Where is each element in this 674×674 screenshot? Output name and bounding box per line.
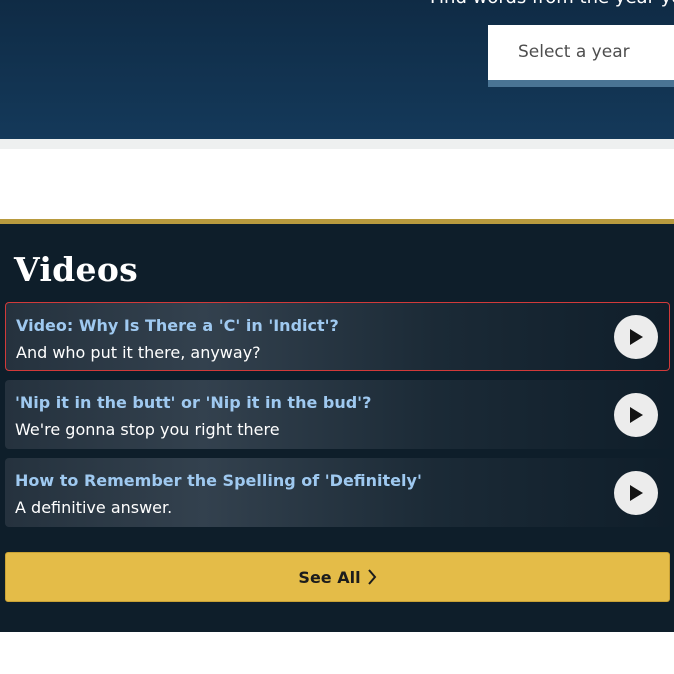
- chevron-right-icon: [367, 569, 376, 585]
- year-select-placeholder: Select a year: [518, 42, 630, 62]
- year-finder-banner: Find words from the year you Select a ye…: [0, 0, 674, 139]
- play-button[interactable]: [614, 315, 658, 359]
- video-subtitle: A definitive answer.: [15, 498, 173, 517]
- video-subtitle: We're gonna stop you right there: [15, 420, 280, 439]
- video-card[interactable]: How to Remember the Spelling of 'Definit…: [5, 458, 670, 527]
- videos-section: Videos Video: Why Is There a 'C' in 'Ind…: [0, 219, 674, 632]
- play-icon: [630, 407, 643, 423]
- play-icon: [630, 485, 643, 501]
- play-icon: [630, 329, 643, 345]
- play-button[interactable]: [614, 471, 658, 515]
- video-card[interactable]: 'Nip it in the butt' or 'Nip it in the b…: [5, 380, 670, 449]
- videos-heading: Videos: [14, 250, 139, 289]
- video-title[interactable]: How to Remember the Spelling of 'Definit…: [15, 471, 422, 490]
- see-all-label: See All: [298, 567, 361, 587]
- year-finder-caption: Find words from the year you: [430, 0, 674, 8]
- video-title[interactable]: Video: Why Is There a 'C' in 'Indict'?: [16, 316, 339, 335]
- year-select-dropdown[interactable]: Select a year: [488, 25, 674, 87]
- see-all-button[interactable]: See All: [5, 552, 670, 602]
- section-divider: [0, 139, 674, 149]
- video-card[interactable]: Video: Why Is There a 'C' in 'Indict'? A…: [5, 302, 670, 371]
- video-subtitle: And who put it there, anyway?: [16, 343, 261, 362]
- video-title[interactable]: 'Nip it in the butt' or 'Nip it in the b…: [15, 393, 371, 412]
- play-button[interactable]: [614, 393, 658, 437]
